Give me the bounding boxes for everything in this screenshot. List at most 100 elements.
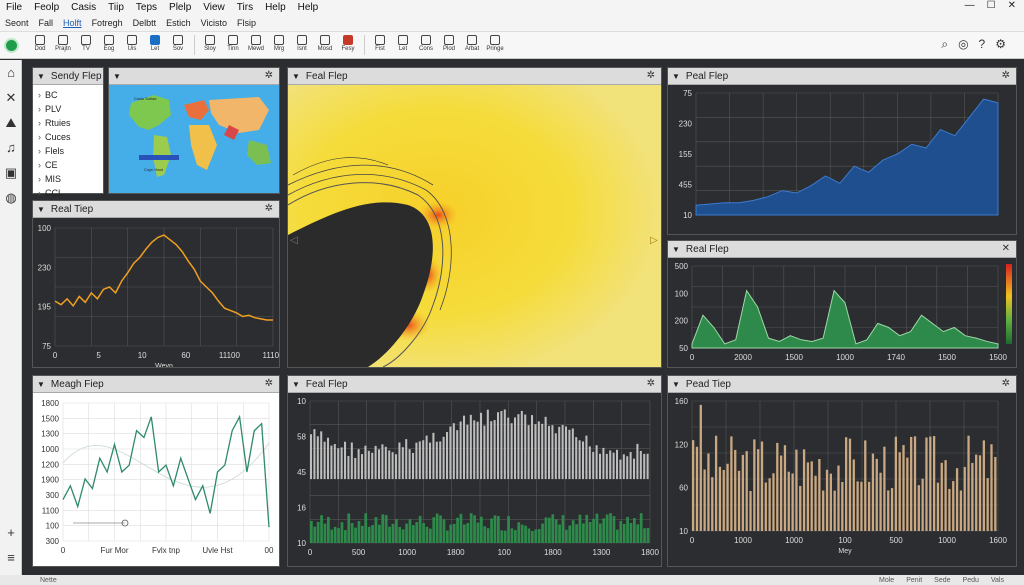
toolbar-button[interactable]: Pringe <box>484 35 506 55</box>
menu-item[interactable]: Feolp <box>28 2 65 13</box>
chevron-down-icon[interactable]: ▼ <box>672 245 680 254</box>
menu-item[interactable]: Plelp <box>163 2 197 13</box>
bar <box>633 518 636 543</box>
chevron-down-icon[interactable]: ▼ <box>672 380 680 389</box>
chevron-down-icon[interactable]: ▼ <box>37 205 45 214</box>
menu-item[interactable]: Seont <box>0 18 34 28</box>
heatmap-view[interactable]: ◁ ▷ <box>287 85 661 368</box>
bar <box>936 482 940 531</box>
menu-item[interactable]: Teps <box>130 2 163 13</box>
close-icon[interactable]: ✕ <box>1008 0 1016 11</box>
home-icon[interactable]: ⌂ <box>0 60 22 85</box>
toolbar-button[interactable]: Sloy <box>199 35 221 55</box>
map-icon[interactable]: ⛰ <box>0 110 22 135</box>
chevron-left-icon[interactable]: ◁ <box>290 235 298 246</box>
list-item[interactable]: PLV <box>38 102 98 116</box>
globe-icon[interactable]: ◍ <box>0 185 22 210</box>
pin-icon[interactable]: ✲ <box>265 70 273 81</box>
toolbar-button[interactable]: Mosd <box>314 35 336 55</box>
list-item[interactable]: BC <box>38 88 98 102</box>
minimize-icon[interactable]: — <box>965 0 975 11</box>
record-icon[interactable] <box>4 37 19 53</box>
toolbar-button[interactable]: Arbat <box>461 35 483 55</box>
image-icon[interactable]: ▣ <box>0 160 22 185</box>
pin-icon[interactable]: ✲ <box>265 203 273 214</box>
search-icon[interactable]: ⌕ <box>941 37 948 52</box>
menu-item[interactable]: Estich <box>161 18 196 28</box>
menu-item[interactable]: Fall <box>34 18 59 28</box>
help-icon[interactable]: ? <box>979 37 986 52</box>
x-tick-label: 1000 <box>398 548 416 557</box>
menu-item[interactable]: Casis <box>65 2 102 13</box>
list-item[interactable]: CE <box>38 158 98 172</box>
bar <box>503 530 507 543</box>
toolbar-button[interactable]: Isnt <box>291 35 313 55</box>
chevron-down-icon[interactable]: ▼ <box>292 380 300 389</box>
menu-item[interactable]: Delbtt <box>128 18 162 28</box>
bar <box>548 425 551 480</box>
maximize-icon[interactable]: ☐ <box>987 0 996 11</box>
toolbar-button[interactable]: Uis <box>121 35 143 55</box>
toolbar-button[interactable]: Dod <box>29 35 51 55</box>
list-item[interactable]: Flels <box>38 144 98 158</box>
toolbar-button[interactable]: Eog <box>98 35 120 55</box>
list-item[interactable]: MIS <box>38 172 98 186</box>
status-item[interactable]: Sede <box>934 577 950 584</box>
chevron-down-icon[interactable]: ▼ <box>292 72 300 81</box>
x-tick-label: 500 <box>352 548 366 557</box>
toolbar-button[interactable]: Tinn <box>222 35 244 55</box>
toolbar-button[interactable]: Cons <box>415 35 437 55</box>
note-icon[interactable]: ♫ <box>0 135 22 160</box>
toolbar-button[interactable]: Let <box>144 35 166 55</box>
toolbar-button[interactable]: Fist <box>369 35 391 55</box>
toolbar-button[interactable]: Mewd <box>245 35 267 55</box>
toolbar-button[interactable]: Plod <box>438 35 460 55</box>
close-icon[interactable]: ✕ <box>1002 243 1010 254</box>
world-map[interactable]: Cosis Sotiad Coyn Haot <box>109 85 279 193</box>
list-item[interactable]: Cuces <box>38 130 98 144</box>
menu-item[interactable]: Flsip <box>232 18 261 28</box>
pin-icon[interactable]: ✲ <box>1002 378 1010 389</box>
toolbar-button[interactable]: Mrg <box>268 35 290 55</box>
close-icon[interactable]: ✕ <box>0 85 22 110</box>
chevron-right-icon[interactable]: ▷ <box>650 235 658 246</box>
target-icon[interactable]: ◎ <box>958 37 968 52</box>
pin-icon[interactable]: ✲ <box>647 70 655 81</box>
x-tick-label: 1600 <box>989 536 1007 545</box>
status-item[interactable]: Vals <box>991 577 1004 584</box>
toolbar-label: Mrg <box>273 46 285 52</box>
menu-item[interactable]: Help <box>292 2 325 13</box>
bar <box>442 519 446 543</box>
list-item[interactable]: CCL <box>38 186 98 200</box>
chevron-down-icon[interactable]: ▼ <box>37 380 45 389</box>
menu-item[interactable]: Tirs <box>231 2 259 13</box>
menu-item[interactable]: Vicisto <box>196 18 232 28</box>
menu-item[interactable]: File <box>0 2 28 13</box>
toolbar-button[interactable]: Sov <box>167 35 189 55</box>
menu-item[interactable]: Help <box>259 2 292 13</box>
list-item[interactable]: Rtuies <box>38 116 98 130</box>
menu-item[interactable]: Fotregh <box>87 18 128 28</box>
gear-icon[interactable]: ⚙ <box>995 37 1006 52</box>
toolbar-button[interactable]: TV <box>75 35 97 55</box>
peal-flep-panel: ▼ Peal Flep ✲ 75 230 155 455 10 <box>667 67 1017 235</box>
chevron-down-icon[interactable]: ▼ <box>672 72 680 81</box>
pin-icon[interactable]: ✲ <box>265 378 273 389</box>
toolbar-button[interactable]: Prajtn <box>52 35 74 55</box>
toolbar-button[interactable]: Let <box>392 35 414 55</box>
status-item[interactable]: Mole <box>879 577 894 584</box>
toolbar-button[interactable]: Fesy <box>337 35 359 55</box>
menu-icon[interactable]: ≡ <box>0 545 22 570</box>
menu-item[interactable]: View <box>197 2 231 13</box>
chevron-down-icon[interactable]: ▼ <box>37 72 45 81</box>
status-item[interactable]: Pedu <box>963 577 979 584</box>
status-item[interactable]: Penit <box>906 577 922 584</box>
plus-icon[interactable]: + <box>0 520 22 545</box>
chevron-down-icon[interactable]: ▼ <box>113 72 121 81</box>
menu-item[interactable]: Tiip <box>102 2 130 13</box>
bar <box>955 468 959 531</box>
menu-item[interactable]: Holft <box>58 18 87 28</box>
pin-icon[interactable]: ✲ <box>647 378 655 389</box>
bar <box>401 447 404 480</box>
pin-icon[interactable]: ✲ <box>1002 70 1010 81</box>
